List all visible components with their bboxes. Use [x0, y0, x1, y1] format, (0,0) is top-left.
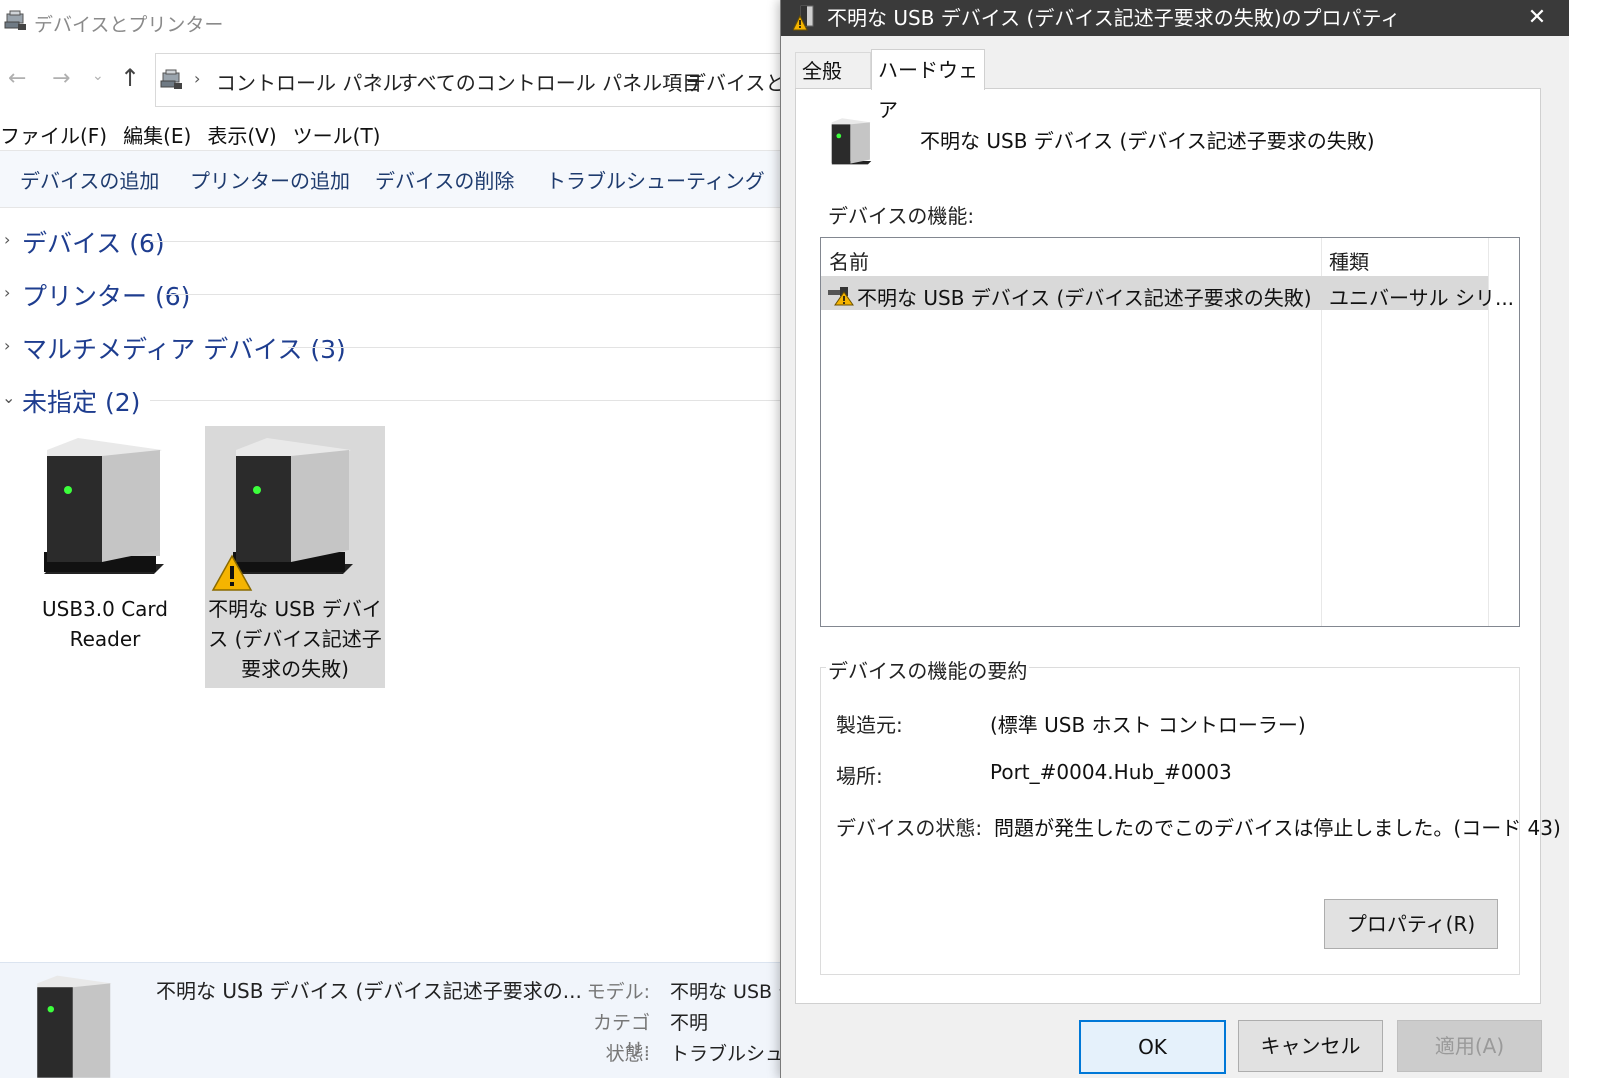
menu-bar: ファイル(F) 編集(E) 表示(V) ツール(T)	[0, 120, 396, 149]
forward-arrow-icon[interactable]: →	[52, 66, 70, 91]
manufacturer-label: 製造元:	[836, 713, 903, 737]
group-devices[interactable]: デバイス (6)	[22, 224, 165, 260]
menu-edit[interactable]: 編集(E)	[123, 124, 191, 148]
details-model-value: 不明な USB デ	[670, 981, 798, 1003]
window-title: デバイスとプリンター	[34, 14, 224, 36]
device-label: USB3.0 Card Reader	[41, 597, 168, 651]
control-panel-icon	[160, 69, 184, 95]
group-divider	[150, 400, 800, 401]
device-warning-icon	[792, 4, 819, 36]
add-printer-button[interactable]: プリンターの追加	[190, 165, 350, 194]
details-device-name: 不明な USB デバイス (デバイス記述子要求の...	[156, 979, 582, 1003]
breadcrumb-all-items[interactable]: すべてのコントロール パネル項目	[398, 67, 702, 96]
device-tile-card-reader[interactable]: USB3.0 Card Reader	[20, 426, 190, 688]
group-unspecified[interactable]: 未指定 (2)	[22, 383, 140, 419]
group-divider	[165, 294, 800, 295]
devices-printers-icon	[4, 10, 28, 36]
background-strip	[1569, 0, 1599, 1078]
manufacturer-value: (標準 USB ホスト コントローラー)	[990, 713, 1306, 737]
usb-device-icon	[42, 436, 172, 590]
recent-dropdown-icon[interactable]: ⌄	[92, 68, 104, 84]
device-status-value: 問題が発生したのでこのデバイスは停止しました。(コード 43)	[994, 816, 1561, 840]
details-pane: 不明な USB デバイス (デバイス記述子要求の... モデル: 不明な USB…	[0, 962, 800, 1078]
group-printers[interactable]: プリンター (6)	[22, 277, 190, 313]
breadcrumb-chevron-icon: ›	[376, 69, 383, 88]
tab-hardware[interactable]: ハードウェア	[871, 49, 985, 122]
functions-list[interactable]: 名前 種類 不明な USB デバイス (デバイス記述子要求の失敗) ユニバーサル…	[820, 237, 1520, 627]
menu-file[interactable]: ファイル(F)	[0, 124, 107, 148]
dialog-title: 不明な USB デバイス (デバイス記述子要求の失敗)のプロパティ	[827, 6, 1401, 30]
usb-warning-icon	[827, 284, 855, 310]
chevron-right-icon[interactable]: ›	[4, 230, 10, 249]
group-multimedia[interactable]: マルチメディア デバイス (3)	[22, 330, 346, 366]
group-divider	[150, 241, 800, 242]
row-name-cell: 不明な USB デバイス (デバイス記述子要求の失敗)	[857, 286, 1312, 310]
properties-dialog: 不明な USB デバイス (デバイス記述子要求の失敗)のプロパティ ✕ 全般 ハ…	[780, 0, 1571, 1078]
close-icon[interactable]: ✕	[1517, 0, 1557, 36]
device-name: 不明な USB デバイス (デバイス記述子要求の失敗)	[920, 129, 1375, 153]
usb-device-icon	[830, 117, 874, 173]
hardware-panel: 不明な USB デバイス (デバイス記述子要求の失敗) デバイスの機能: 名前 …	[795, 88, 1561, 1004]
chevron-right-icon[interactable]: ›	[4, 283, 10, 302]
device-status-label: デバイスの状態:	[836, 816, 983, 840]
chevron-down-icon[interactable]: ⌄	[2, 388, 15, 407]
remove-device-button[interactable]: デバイスの削除	[375, 165, 514, 194]
summary-legend: デバイスの機能の要約	[826, 655, 1030, 684]
breadcrumb-chevron-icon: ›	[664, 69, 671, 88]
details-status-label: 状態:	[605, 1043, 650, 1065]
back-arrow-icon[interactable]: ←	[8, 66, 26, 91]
dialog-titlebar[interactable]: 不明な USB デバイス (デバイス記述子要求の失敗)のプロパティ ✕	[781, 0, 1570, 36]
breadcrumb-control-panel[interactable]: コントロール パネル	[216, 67, 402, 96]
warning-icon	[211, 554, 253, 596]
details-model-label: モデル:	[586, 981, 650, 1003]
device-label: 不明な USB デバイ ス (デバイス記述子 要求の失敗)	[208, 597, 382, 681]
menu-view[interactable]: 表示(V)	[207, 124, 276, 148]
address-bar[interactable]: › コントロール パネル › すべてのコントロール パネル項目 › デバイスとプ	[155, 53, 800, 107]
up-arrow-icon[interactable]: ↑	[120, 64, 140, 92]
command-bar: デバイスの追加 プリンターの追加 デバイスの削除 トラブルシューティング	[0, 150, 800, 208]
location-label: 場所:	[836, 764, 883, 788]
column-header-type[interactable]: 種類	[1329, 246, 1369, 275]
explorer-window: デバイスとプリンター ← → ⌄ ↑ › コントロール パネル › すべてのコン…	[0, 0, 800, 1078]
troubleshoot-button[interactable]: トラブルシューティング	[546, 165, 765, 194]
properties-button[interactable]: プロパティ(R)	[1324, 899, 1498, 949]
ok-button[interactable]: OK	[1079, 1020, 1226, 1074]
usb-device-icon	[34, 973, 118, 1078]
tab-general[interactable]: 全般	[795, 52, 871, 89]
device-tile-unknown-usb[interactable]: 不明な USB デバイ ス (デバイス記述子 要求の失敗)	[205, 426, 385, 688]
apply-button[interactable]: 適用(A)	[1397, 1020, 1542, 1072]
details-category-value: 不明	[670, 1012, 709, 1034]
row-type-cell: ユニバーサル シリ...	[1329, 286, 1515, 310]
location-value: Port_#0004.Hub_#0003	[990, 760, 1232, 784]
add-device-button[interactable]: デバイスの追加	[20, 165, 159, 194]
functions-label: デバイスの機能:	[828, 204, 975, 228]
breadcrumb-chevron-icon: ›	[194, 69, 201, 88]
menu-tools[interactable]: ツール(T)	[293, 124, 381, 148]
column-header-name[interactable]: 名前	[829, 246, 869, 275]
cancel-button[interactable]: キャンセル	[1238, 1020, 1383, 1072]
group-divider	[288, 347, 800, 348]
chevron-right-icon[interactable]: ›	[4, 336, 10, 355]
